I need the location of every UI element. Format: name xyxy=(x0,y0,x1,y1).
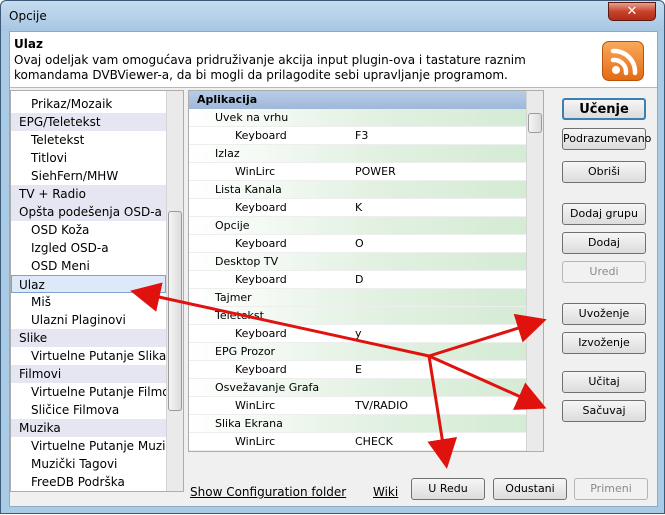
tree-item[interactable]: Ulazni Plaginovi xyxy=(11,311,166,329)
section-header: Ulaz Ovaj odeljak vam omogućava pridruži… xyxy=(10,32,657,88)
grid-group-row[interactable]: Slika Ekrana xyxy=(189,415,527,433)
grid-header: Aplikacija xyxy=(189,91,527,109)
import-button[interactable]: Uvoženje xyxy=(562,303,646,325)
tree-item[interactable]: Sličice Filmova xyxy=(11,401,166,419)
grid-binding-row[interactable]: Keyboard F3 xyxy=(189,127,527,145)
tree-scroll-thumb[interactable] xyxy=(168,211,182,411)
binding-key: y xyxy=(355,327,362,340)
edit-button[interactable]: Uredi xyxy=(562,261,646,283)
grid-group-row[interactable]: Tajmer xyxy=(189,289,527,307)
grid-binding-row[interactable]: Keyboard E xyxy=(189,361,527,379)
tree-category[interactable]: Slike xyxy=(11,329,166,347)
grid-group-row[interactable] xyxy=(189,451,527,452)
cancel-button[interactable]: Odustani xyxy=(493,478,567,500)
tree-item[interactable]: Miš xyxy=(11,293,166,311)
binding-key: POWER xyxy=(355,165,396,178)
grid-scrollbar[interactable] xyxy=(526,91,543,451)
default-button[interactable]: Podrazumevano xyxy=(562,128,651,150)
tree-item[interactable]: Teletekst xyxy=(11,131,166,149)
grid-group-row[interactable]: Izlaz xyxy=(189,145,527,163)
tree-item[interactable]: Muzički Tagovi xyxy=(11,455,166,473)
tree-item[interactable]: Virtuelne Putanje Slika xyxy=(11,347,166,365)
tree-item[interactable]: OSD Koža xyxy=(11,221,166,239)
grid-group-row[interactable]: Teletekst xyxy=(189,307,527,325)
binding-source: WinLirc xyxy=(235,399,276,412)
tree-category[interactable]: EPG/Teletekst xyxy=(11,113,166,131)
grid-binding-row[interactable]: Keyboard O xyxy=(189,235,527,253)
rss-icon xyxy=(602,41,644,81)
add-group-button[interactable]: Dodaj grupu xyxy=(562,203,646,225)
tree-scrollbar[interactable] xyxy=(166,91,183,491)
export-button[interactable]: Izvoženje xyxy=(562,332,646,354)
show-config-folder-link[interactable]: Show Configuration folder xyxy=(190,485,346,499)
binding-source: Keyboard xyxy=(235,273,287,286)
binding-source: WinLirc xyxy=(235,435,276,448)
grid-group-row[interactable]: Osvežavanje Grafa xyxy=(189,379,527,397)
grid-group-row[interactable]: Uvek na vrhu xyxy=(189,109,527,127)
grid-group-row[interactable]: EPG Prozor xyxy=(189,343,527,361)
wiki-link[interactable]: Wiki xyxy=(373,485,398,499)
binding-key: E xyxy=(355,363,362,376)
learn-button[interactable]: Učenje xyxy=(562,98,646,120)
title-bar[interactable]: Opcije ✕ xyxy=(1,1,664,31)
add-button[interactable]: Dodaj xyxy=(562,232,646,254)
grid-binding-row[interactable]: WinLirc CHECK xyxy=(189,433,527,451)
grid-binding-row[interactable]: Keyboard y xyxy=(189,325,527,343)
window-title: Opcije xyxy=(9,9,47,23)
binding-source: Keyboard xyxy=(235,327,287,340)
tree-item[interactable]: Prikaz/Mozaik xyxy=(11,95,166,113)
binding-key: TV/RADIO xyxy=(355,399,409,412)
binding-source: Keyboard xyxy=(235,129,287,142)
tree-item[interactable]: Izgled OSD-a xyxy=(11,239,166,257)
close-button[interactable]: ✕ xyxy=(608,2,656,21)
key-mapping-grid[interactable]: Aplikacija Uvek na vrhu Keyboard F3 Izlaz Wi… xyxy=(188,90,544,452)
binding-source: Keyboard xyxy=(235,201,287,214)
tree-category[interactable]: Muzika xyxy=(11,419,166,437)
tree-item[interactable]: SiehFern/MHW xyxy=(11,167,166,185)
grid-binding-row[interactable]: Keyboard K xyxy=(189,199,527,217)
load-button[interactable]: Učitaj xyxy=(562,371,646,393)
tree-item[interactable]: Virtuelne Putanje Muzike xyxy=(11,437,179,455)
grid-binding-row[interactable]: Keyboard D xyxy=(189,271,527,289)
grid-group-row[interactable]: Opcije xyxy=(189,217,527,235)
binding-key: CHECK xyxy=(355,435,393,448)
grid-binding-row[interactable]: WinLirc TV/RADIO xyxy=(189,397,527,415)
binding-key: D xyxy=(355,273,364,286)
tree-item[interactable]: OSD Meni xyxy=(11,257,166,275)
grid-scroll-thumb[interactable] xyxy=(528,113,542,133)
grid-group-row[interactable]: Lista Kanala xyxy=(189,181,527,199)
tree-category[interactable]: Filmovi xyxy=(11,365,166,383)
tree-item[interactable]: Titlovi xyxy=(11,149,166,167)
binding-key: F3 xyxy=(355,129,369,142)
options-window: Opcije ✕ Ulaz Ovaj odeljak vam omogućava… xyxy=(0,0,665,514)
binding-source: Keyboard xyxy=(235,237,287,250)
tree-item-selected[interactable]: Ulaz xyxy=(11,275,166,293)
tree-item[interactable]: FreeDB Podrška xyxy=(11,473,166,491)
tree-category[interactable]: Opšta podešenja OSD-a xyxy=(11,203,166,221)
dialog-client: Ulaz Ovaj odeljak vam omogućava pridruži… xyxy=(9,31,658,507)
binding-key: K xyxy=(355,201,363,214)
section-description: Ovaj odeljak vam omogućava pridruživanje… xyxy=(14,53,526,82)
options-tree[interactable]: Prikaz/Mozaik EPG/Teletekst Teletekst Titlo… xyxy=(10,90,184,492)
tree-category[interactable]: TV + Radio xyxy=(11,185,166,203)
grid-binding-row[interactable]: WinLirc POWER xyxy=(189,163,527,181)
delete-button[interactable]: Obriši xyxy=(562,161,646,183)
close-icon: ✕ xyxy=(626,4,638,19)
binding-source: WinLirc xyxy=(235,165,276,178)
save-button[interactable]: Sačuvaj xyxy=(562,400,646,422)
apply-button[interactable]: Primeni xyxy=(574,478,648,500)
binding-source: Keyboard xyxy=(235,363,287,376)
tree-item[interactable]: Virtuelne Putanje Filmova xyxy=(11,383,183,401)
grid-group-row[interactable]: Desktop TV xyxy=(189,253,527,271)
ok-button[interactable]: U Redu xyxy=(411,478,485,500)
binding-key: O xyxy=(355,237,364,250)
section-title: Ulaz xyxy=(14,37,43,51)
